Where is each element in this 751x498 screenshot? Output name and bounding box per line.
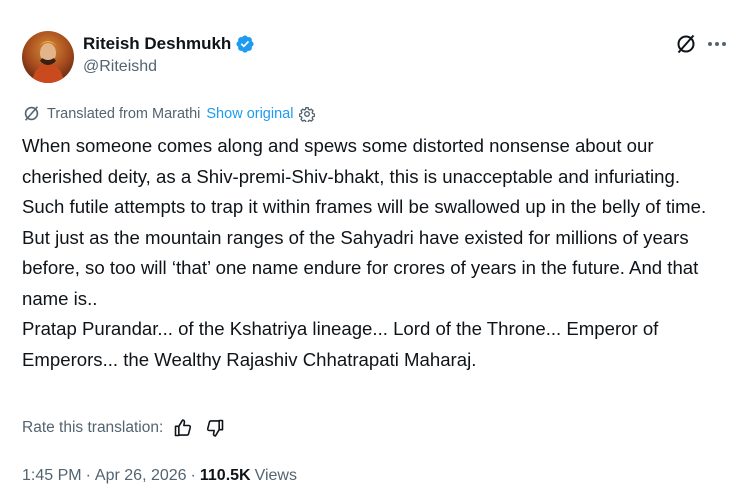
views-count: 110.5K xyxy=(199,467,251,484)
tweet-time[interactable]: 1:45 PM xyxy=(22,467,82,485)
author-name-row: Riteish Deshmukh xyxy=(83,34,255,54)
translation-row: Translated from Marathi Show original xyxy=(22,104,316,123)
grok-slash-icon[interactable] xyxy=(674,32,698,56)
more-horizontal-icon[interactable] xyxy=(704,33,730,55)
meta-separator: · xyxy=(85,467,91,484)
tweet-date[interactable]: Apr 26, 2026 xyxy=(95,467,187,485)
thumbs-up-icon[interactable] xyxy=(173,418,193,438)
author-handle[interactable]: @Riteishd xyxy=(83,58,157,76)
show-original-link[interactable]: Show original xyxy=(206,106,293,122)
grok-translate-icon xyxy=(22,104,41,123)
tweet-paragraph-2: Such futile attempts to trap it within f… xyxy=(22,196,707,309)
tweet-text: When someone comes along and spews some … xyxy=(22,131,734,375)
tweet-card: Riteish Deshmukh @Riteishd Translated fr… xyxy=(0,0,751,498)
display-name[interactable]: Riteish Deshmukh xyxy=(83,34,231,54)
gear-icon[interactable] xyxy=(299,106,316,123)
thumbs-down-icon[interactable] xyxy=(205,418,225,438)
views-label: Views xyxy=(254,467,297,484)
meta-separator: · xyxy=(190,467,196,484)
tweet-paragraph-1: When someone comes along and spews some … xyxy=(22,135,681,187)
rate-translation-label: Rate this translation: xyxy=(22,419,164,436)
avatar[interactable] xyxy=(22,31,74,83)
tweet-meta: 1:45 PM · Apr 26, 2026 · 110.5K Views xyxy=(22,467,297,485)
verified-badge-icon xyxy=(235,34,255,54)
tweet-paragraph-3: Pratap Purandar... of the Kshatriya line… xyxy=(22,318,659,370)
rate-translation-row: Rate this translation: xyxy=(22,418,225,438)
translated-from-label: Translated from Marathi xyxy=(47,105,201,122)
